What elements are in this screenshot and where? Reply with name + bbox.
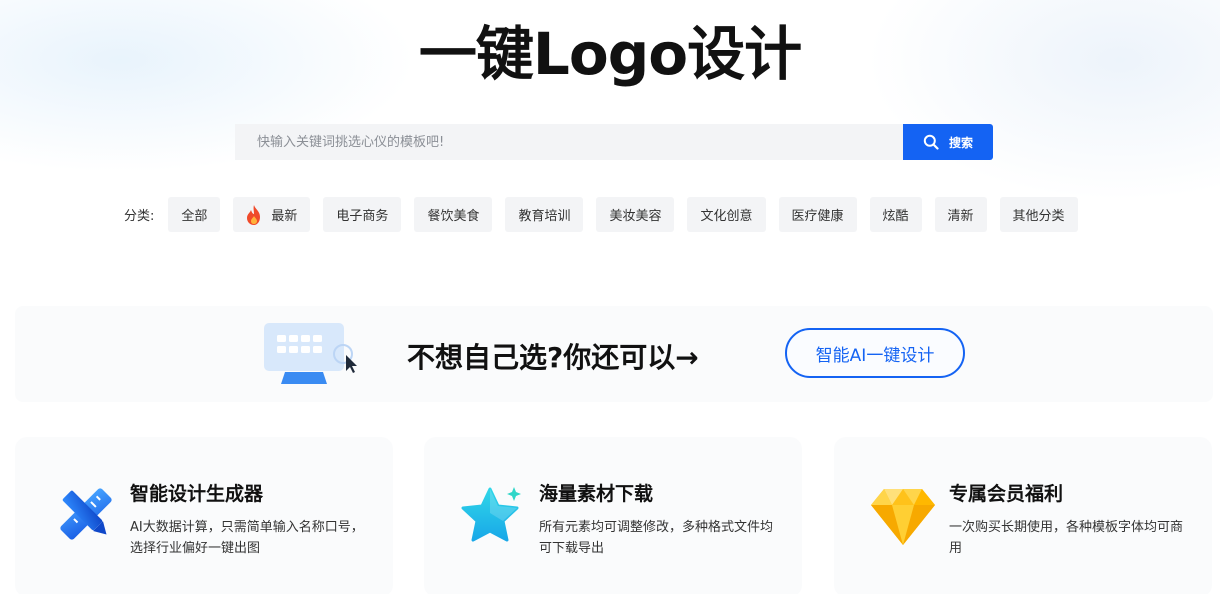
- category-label-text: 清新: [947, 209, 974, 224]
- category-fresh[interactable]: 清新: [934, 197, 987, 232]
- feature-title: 专属会员福利: [949, 483, 1064, 505]
- category-label-text: 教育培训: [518, 209, 571, 224]
- feature-desc: AI大数据计算，只需简单输入名称口号，选择行业偏好一键出图: [130, 520, 364, 556]
- page-title: 一键Logo设计: [418, 20, 802, 88]
- category-newest[interactable]: 最新: [233, 197, 311, 232]
- category-all[interactable]: 全部: [168, 197, 221, 232]
- search-button-label: 搜索: [948, 135, 973, 150]
- feature-card-materials: 海量素材下载 所有元素均可调整修改，多种格式文件均可下载导出: [424, 437, 802, 594]
- category-label-text: 美妆美容: [609, 209, 662, 224]
- category-beauty[interactable]: 美妆美容: [596, 197, 675, 232]
- diamond-icon: [871, 489, 935, 545]
- category-other[interactable]: 其他分类: [999, 197, 1078, 232]
- category-label-text: 医疗健康: [791, 209, 844, 224]
- category-ecommerce[interactable]: 电子商务: [323, 197, 402, 232]
- search-input[interactable]: [235, 124, 903, 160]
- category-label-text: 文化创意: [700, 209, 753, 224]
- ai-promo-banner: 不想自己选?你还可以→ 智能AI一键设计: [15, 306, 1213, 402]
- feature-title: 海量素材下载: [539, 483, 654, 505]
- search-bar: 搜索: [235, 124, 993, 160]
- star-icon: [461, 487, 521, 542]
- category-label: 分类:: [124, 209, 155, 224]
- feature-card-membership: 专属会员福利 一次购买长期使用，各种模板字体均可商用: [834, 437, 1212, 594]
- feature-desc: 一次购买长期使用，各种模板字体均可商用: [949, 520, 1184, 556]
- search-button[interactable]: 搜索: [903, 124, 993, 160]
- feature-card-generator: 智能设计生成器 AI大数据计算，只需简单输入名称口号，选择行业偏好一键出图: [15, 437, 393, 594]
- ai-design-button[interactable]: 智能AI一键设计: [785, 328, 965, 378]
- category-bar: 分类: 全部 最新 电子商务 餐饮美食 教育培训 美妆美容 文化创意 医疗健康 …: [124, 197, 1091, 232]
- category-label-text: 最新: [271, 209, 298, 224]
- category-label-text: 全部: [181, 209, 208, 224]
- category-health[interactable]: 医疗健康: [778, 197, 857, 232]
- category-education[interactable]: 教育培训: [505, 197, 584, 232]
- promo-text: 不想自己选?你还可以→: [407, 341, 699, 374]
- category-food[interactable]: 餐饮美食: [414, 197, 493, 232]
- ruler-pencil-icon: [60, 488, 112, 540]
- category-label-text: 其他分类: [1012, 209, 1065, 224]
- feature-desc: 所有元素均可调整修改，多种格式文件均可下载导出: [539, 520, 774, 556]
- category-culture[interactable]: 文化创意: [687, 197, 766, 232]
- category-label-text: 电子商务: [336, 209, 389, 224]
- category-label-text: 炫酷: [882, 209, 909, 224]
- search-icon: [923, 134, 939, 150]
- feature-title: 智能设计生成器: [130, 483, 264, 505]
- flame-icon: [247, 204, 261, 225]
- category-cool[interactable]: 炫酷: [869, 197, 922, 232]
- keyboard-monitor-cursor-icon: [264, 323, 357, 384]
- category-label-text: 餐饮美食: [427, 209, 480, 224]
